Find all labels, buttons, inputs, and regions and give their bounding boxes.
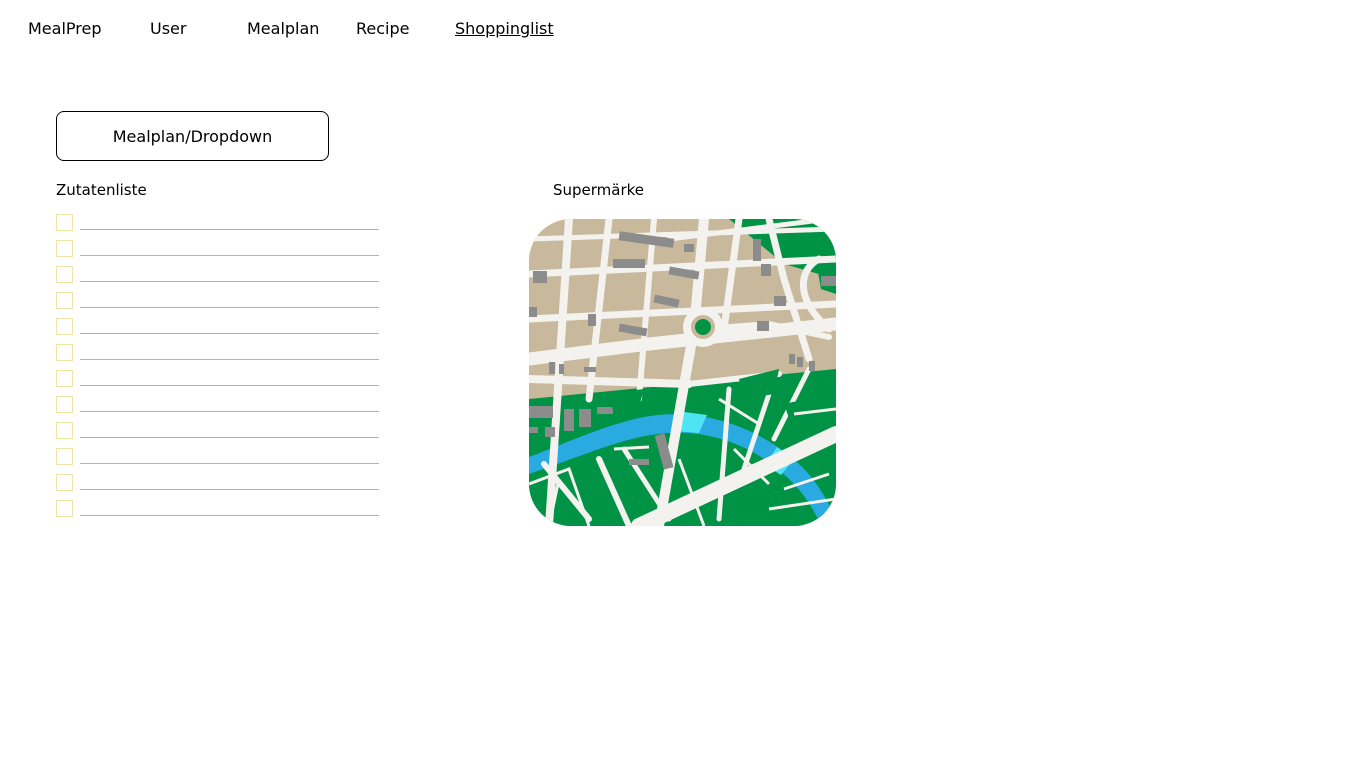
ingredient-row xyxy=(56,362,380,388)
ingredient-checkbox[interactable] xyxy=(56,474,73,491)
nav-item-shoppinglist[interactable]: Shoppinglist xyxy=(455,19,554,39)
mealplan-dropdown[interactable]: Mealplan/Dropdown xyxy=(56,111,329,161)
brand-logo-link[interactable]: MealPrep xyxy=(28,19,102,39)
ingredients-checklist xyxy=(56,206,380,518)
ingredient-checkbox[interactable] xyxy=(56,448,73,465)
ingredient-row xyxy=(56,466,380,492)
city-map-icon[interactable] xyxy=(529,219,836,526)
nav-item-user[interactable]: User xyxy=(150,19,186,39)
ingredient-text[interactable] xyxy=(80,411,379,412)
ingredient-checkbox[interactable] xyxy=(56,266,73,283)
ingredient-checkbox[interactable] xyxy=(56,318,73,335)
nav-item-recipe[interactable]: Recipe xyxy=(356,19,409,39)
ingredient-checkbox[interactable] xyxy=(56,240,73,257)
ingredient-row xyxy=(56,440,380,466)
ingredient-row xyxy=(56,388,380,414)
ingredient-text[interactable] xyxy=(80,463,379,464)
ingredient-text[interactable] xyxy=(80,307,379,308)
ingredient-text[interactable] xyxy=(80,229,379,230)
ingredient-row xyxy=(56,258,380,284)
ingredient-checkbox[interactable] xyxy=(56,370,73,387)
ingredient-checkbox[interactable] xyxy=(56,396,73,413)
ingredient-checkbox[interactable] xyxy=(56,344,73,361)
ingredient-text[interactable] xyxy=(80,437,379,438)
ingredient-text[interactable] xyxy=(80,515,379,516)
ingredient-text[interactable] xyxy=(80,255,379,256)
ingredient-text[interactable] xyxy=(80,385,379,386)
ingredient-checkbox[interactable] xyxy=(56,292,73,309)
nav-item-mealplan[interactable]: Mealplan xyxy=(247,19,319,39)
ingredient-row xyxy=(56,414,380,440)
ingredient-row xyxy=(56,310,380,336)
ingredient-row xyxy=(56,336,380,362)
ingredient-row xyxy=(56,492,380,518)
ingredient-checkbox[interactable] xyxy=(56,214,73,231)
ingredient-text[interactable] xyxy=(80,281,379,282)
ingredients-title: Zutatenliste xyxy=(56,181,147,199)
ingredient-text[interactable] xyxy=(80,333,379,334)
ingredient-row xyxy=(56,206,380,232)
ingredient-checkbox[interactable] xyxy=(56,422,73,439)
supermarkets-title: Supermärke xyxy=(553,181,645,199)
ingredient-row xyxy=(56,232,380,258)
ingredient-text[interactable] xyxy=(80,489,379,490)
ingredient-checkbox[interactable] xyxy=(56,500,73,517)
ingredient-text[interactable] xyxy=(80,359,379,360)
ingredient-row xyxy=(56,284,380,310)
